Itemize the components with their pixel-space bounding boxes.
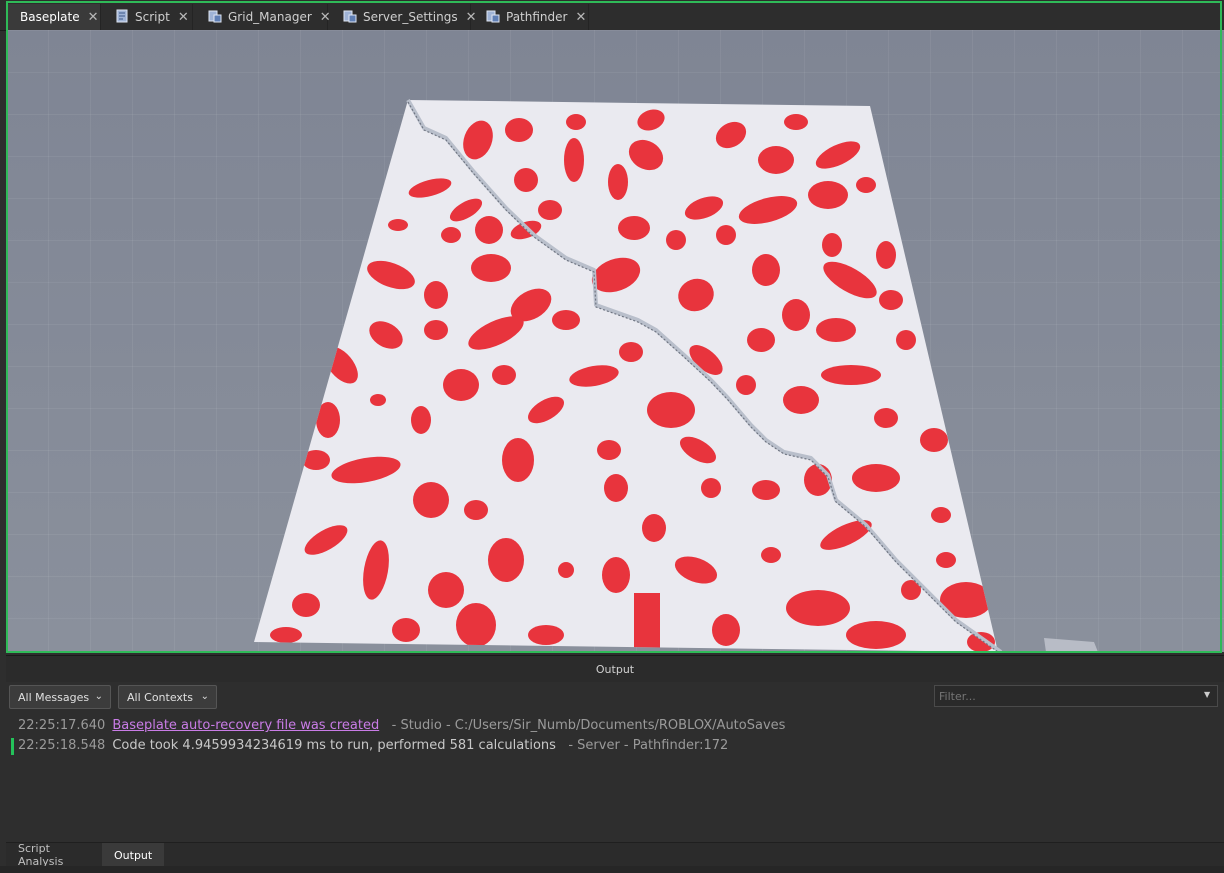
log-link[interactable]: Baseplate auto-recovery file was created bbox=[112, 718, 379, 733]
log-source: - Server - Pathfinder:172 bbox=[568, 738, 729, 753]
log-line: 22:25:17.640 Baseplate auto-recovery file… bbox=[18, 718, 785, 733]
close-icon[interactable]: ✕ bbox=[178, 10, 189, 25]
status-bar bbox=[0, 866, 1224, 873]
tab-server-settings[interactable]: Server_Settings ✕ bbox=[331, 4, 476, 30]
tab-script-analysis[interactable]: Script Analysis bbox=[6, 842, 102, 868]
tab-grid-manager[interactable]: Grid_Manager ✕ bbox=[196, 4, 331, 30]
tab-label: Script bbox=[135, 10, 170, 24]
output-filter-bar: All Messages ⌄ All Contexts ⌄ ▼ bbox=[6, 682, 1224, 713]
tab-label: Baseplate bbox=[20, 10, 80, 24]
log-timestamp: 22:25:17.640 bbox=[18, 718, 106, 733]
close-icon[interactable]: ✕ bbox=[575, 10, 586, 25]
close-icon[interactable]: ✕ bbox=[88, 10, 99, 25]
context-value: All Contexts bbox=[127, 690, 193, 704]
tab-output[interactable]: Output bbox=[102, 843, 164, 867]
output-panel-title: Output bbox=[6, 655, 1224, 683]
log-source: - Studio - C:/Users/Sir_Numb/Documents/R… bbox=[391, 718, 786, 733]
tab-label: Pathfinder bbox=[506, 10, 568, 24]
context-dropdown[interactable]: All Contexts ⌄ bbox=[118, 685, 217, 709]
chevron-down-icon: ⌄ bbox=[200, 691, 209, 702]
log-selection-marker bbox=[11, 738, 14, 755]
close-icon[interactable]: ✕ bbox=[320, 10, 331, 25]
output-log[interactable]: 22:25:17.640 Baseplate auto-recovery file… bbox=[6, 712, 1224, 842]
document-tab-bar: Baseplate ✕ Script ✕ Grid_Manager ✕ Serv… bbox=[0, 0, 1224, 31]
view-cube[interactable] bbox=[1044, 638, 1098, 652]
filter-dropdown-arrow-icon[interactable]: ▼ bbox=[1204, 690, 1210, 699]
message-type-dropdown[interactable]: All Messages ⌄ bbox=[9, 685, 111, 709]
tab-label: Server_Settings bbox=[363, 10, 458, 24]
log-line: 22:25:18.548 Code took 4.9459934234619 ms… bbox=[18, 738, 728, 753]
tab-label: Grid_Manager bbox=[228, 10, 312, 24]
output-filter-input[interactable] bbox=[934, 685, 1218, 707]
message-type-value: All Messages bbox=[18, 690, 90, 704]
panel-tab-bar: Script Analysis Output bbox=[6, 842, 1224, 868]
module-script-icon bbox=[486, 9, 500, 26]
tab-pathfinder[interactable]: Pathfinder ✕ bbox=[474, 4, 589, 30]
tab-script[interactable]: Script ✕ bbox=[103, 4, 193, 30]
log-timestamp: 22:25:18.548 bbox=[18, 738, 106, 753]
3d-viewport[interactable] bbox=[6, 30, 1224, 652]
module-script-icon bbox=[208, 9, 222, 26]
baseplate-scene bbox=[254, 99, 1098, 652]
module-script-icon bbox=[343, 9, 357, 26]
tab-baseplate[interactable]: Baseplate ✕ bbox=[8, 4, 101, 30]
log-message: Code took 4.9459934234619 ms to run, per… bbox=[112, 738, 556, 753]
script-icon bbox=[115, 9, 129, 26]
chevron-down-icon: ⌄ bbox=[94, 691, 103, 702]
